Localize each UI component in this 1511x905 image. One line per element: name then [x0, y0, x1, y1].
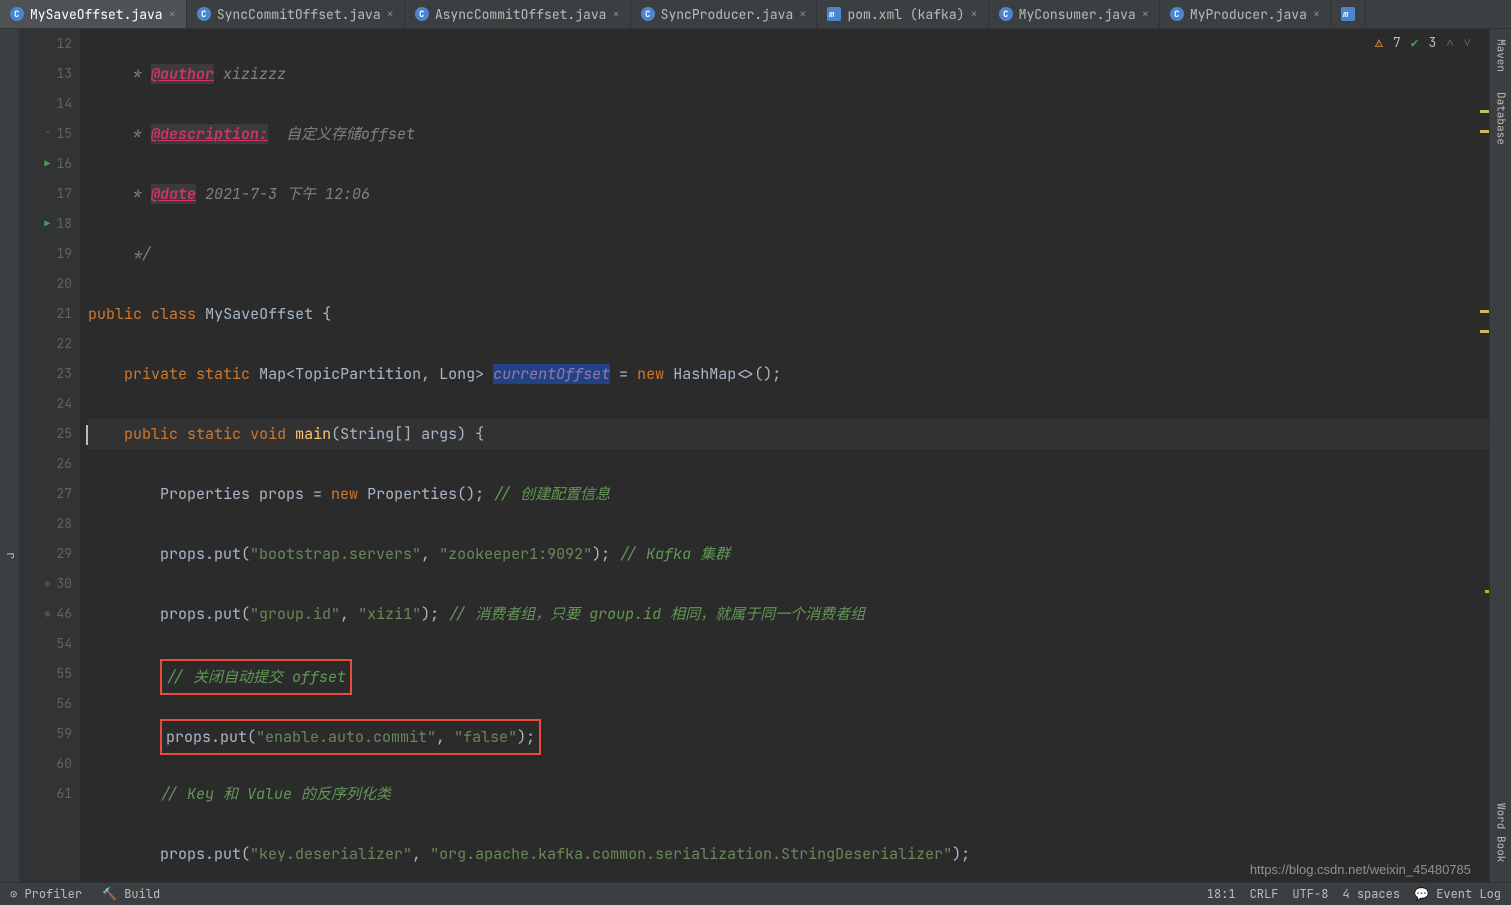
tab-pomxml[interactable]: m pom.xml (kafka) ×	[817, 0, 988, 28]
close-icon[interactable]: ×	[970, 6, 977, 22]
java-file-icon: C	[1170, 7, 1184, 21]
status-bar: ⊙ Profiler 🔨 Build 18:1 CRLF UTF-8 4 spa…	[0, 882, 1511, 905]
tab-asynccommitoffset[interactable]: C AsyncCommitOffset.java ×	[405, 0, 631, 28]
run-icon[interactable]: ▶	[44, 209, 50, 239]
fold-icon[interactable]: ⌃	[44, 119, 50, 149]
tool-database[interactable]: Database	[1494, 92, 1508, 145]
profiler-tool[interactable]: ⊙ Profiler	[10, 886, 82, 902]
java-file-icon: C	[197, 7, 211, 21]
tab-synccommitoffset[interactable]: C SyncCommitOffset.java ×	[187, 0, 405, 28]
left-tool-stripe[interactable]: r	[0, 29, 20, 882]
close-icon[interactable]: ×	[1142, 6, 1149, 22]
fold-icon[interactable]: ⊕	[44, 569, 50, 599]
code-area[interactable]: * @author xizizzz * @description: 自定义存储o…	[80, 29, 1511, 882]
tab-label: MyProducer.java	[1190, 6, 1307, 23]
line-separator[interactable]: CRLF	[1250, 886, 1279, 902]
svg-text:m: m	[1343, 8, 1349, 20]
svg-text:C: C	[201, 8, 206, 20]
tab-myconsumer[interactable]: C MyConsumer.java ×	[989, 0, 1160, 28]
java-file-icon: C	[999, 7, 1013, 21]
maven-file-icon: m	[1341, 7, 1355, 21]
highlight-box-1b: props.put("enable.auto.commit", "false")…	[160, 719, 541, 755]
tab-label: pom.xml (kafka)	[847, 6, 964, 23]
svg-text:C: C	[645, 8, 650, 20]
svg-text:m: m	[829, 8, 835, 20]
java-file-icon: C	[415, 7, 429, 21]
tab-myproducer[interactable]: C MyProducer.java ×	[1160, 0, 1331, 28]
svg-text:C: C	[1174, 8, 1179, 20]
tab-label: MyConsumer.java	[1019, 6, 1136, 23]
caret-position[interactable]: 18:1	[1207, 886, 1236, 902]
run-icon[interactable]: ▶	[44, 149, 50, 179]
close-icon[interactable]: ×	[1313, 6, 1320, 22]
svg-text:C: C	[14, 8, 19, 20]
tab-overflow[interactable]: m	[1331, 0, 1366, 28]
maven-file-icon: m	[827, 7, 841, 21]
tab-mysaveoffset[interactable]: C MySaveOffset.java ×	[0, 0, 187, 28]
java-file-icon: C	[641, 7, 655, 21]
svg-text:C: C	[419, 8, 424, 20]
java-file-icon: C	[10, 7, 24, 21]
tab-syncproducer[interactable]: C SyncProducer.java ×	[631, 0, 818, 28]
tool-wordbook[interactable]: Word Book	[1494, 803, 1508, 862]
svg-text:C: C	[1003, 8, 1008, 20]
caret	[86, 425, 88, 445]
close-icon[interactable]: ×	[169, 6, 176, 22]
tab-label: SyncCommitOffset.java	[217, 6, 381, 23]
close-icon[interactable]: ×	[387, 6, 394, 22]
close-icon[interactable]: ×	[799, 6, 806, 22]
encoding[interactable]: UTF-8	[1292, 886, 1328, 902]
tool-maven[interactable]: Maven	[1494, 39, 1508, 72]
highlight-box-1: // 关闭自动提交 offset	[160, 659, 352, 695]
build-tool[interactable]: 🔨 Build	[102, 886, 160, 902]
tab-label: MySaveOffset.java	[30, 6, 163, 23]
error-stripe[interactable]	[1477, 70, 1489, 865]
right-tool-stripe: Maven Database Word Book	[1489, 29, 1511, 882]
gutter[interactable]: 12 13 14 ⌃15 ▶16 17 ▶18 19 20 21 22 23 2…	[20, 29, 80, 882]
fold-icon[interactable]: ⊕	[44, 599, 50, 629]
watermark: https://blog.csdn.net/weixin_45480785	[1250, 862, 1471, 877]
tab-label: AsyncCommitOffset.java	[435, 6, 607, 23]
indent[interactable]: 4 spaces	[1342, 886, 1400, 902]
editor: r 12 13 14 ⌃15 ▶16 17 ▶18 19 20 21 22 23…	[0, 29, 1511, 882]
tab-label: SyncProducer.java	[661, 6, 794, 23]
event-log[interactable]: 💬 Event Log	[1414, 886, 1501, 902]
close-icon[interactable]: ×	[612, 6, 619, 22]
editor-tabs: C MySaveOffset.java × C SyncCommitOffset…	[0, 0, 1511, 29]
